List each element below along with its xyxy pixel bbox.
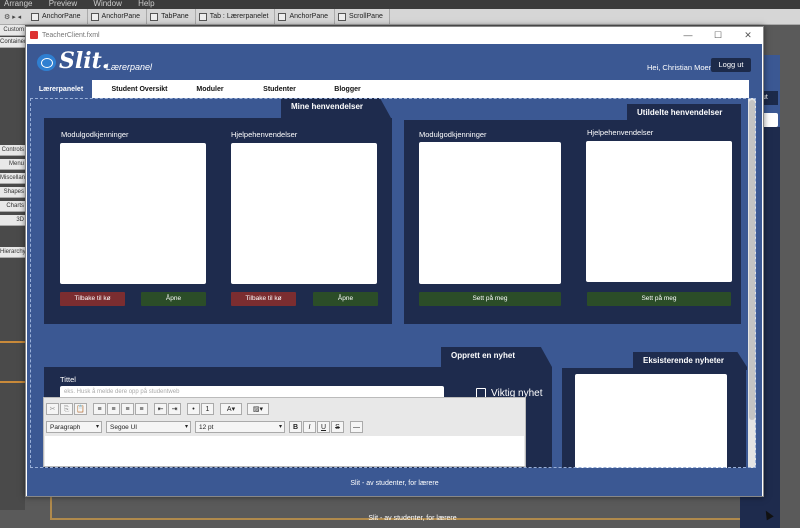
numbers-icon[interactable]: 1 — [201, 403, 214, 415]
anchorpane-icon — [90, 12, 99, 21]
mine-modul-apne-button[interactable]: Åpne — [141, 292, 206, 306]
app-logo: Slit. — [59, 48, 110, 74]
window-title: TeacherClient.fxml — [42, 31, 100, 39]
italic-icon[interactable]: I — [303, 421, 316, 433]
brain-logo-icon — [37, 54, 56, 71]
ide-hierarchy[interactable]: Hierarchy — [0, 247, 25, 258]
ide-settings-icon[interactable]: ⚙ ▸ ◂ — [0, 13, 28, 21]
mine-henvendelser-header: Mine henvendelser — [281, 98, 391, 118]
tab-moduler[interactable]: Moduler — [185, 80, 235, 98]
mine-hjelpehenvendelser-label: Hjelpehenvendelser — [231, 130, 298, 139]
copy-icon[interactable]: ⎘ — [60, 403, 73, 415]
utildelte-hjelpehenvendelser-list[interactable] — [586, 141, 732, 282]
text-color-icon[interactable]: A▾ — [220, 403, 242, 415]
align-right-icon[interactable]: ≡ — [121, 403, 134, 415]
background-footer: Slit - av studenter, for lærere — [368, 515, 457, 522]
scrollpane-icon — [338, 12, 346, 21]
ide-menu-preview[interactable]: Preview — [49, 0, 77, 8]
mine-hjelp-apne-button[interactable]: Åpne — [313, 292, 378, 306]
library-3d[interactable]: 3D — [0, 215, 25, 226]
library-charts[interactable]: Charts — [0, 201, 25, 212]
library-controls[interactable]: Controls — [0, 145, 25, 156]
editor-text-area[interactable] — [45, 436, 524, 466]
mine-hjelp-tilbake-button[interactable]: Tilbake til kø — [231, 292, 296, 306]
ide-breadcrumb: ⚙ ▸ ◂ AnchorPane AnchorPane TabPane Tab … — [0, 9, 800, 25]
anchorpane-icon — [31, 12, 39, 21]
logout-button[interactable]: Logg ut — [711, 58, 751, 72]
app-icon — [30, 31, 38, 39]
align-left-icon[interactable]: ≡ — [93, 403, 106, 415]
scrollbar-thumb[interactable] — [749, 100, 755, 420]
tittel-label: Tittel — [60, 375, 76, 384]
window-controls: — ☐ ✕ — [673, 27, 763, 43]
tab-blogger[interactable]: Blogger — [325, 80, 370, 98]
ide-menu-help[interactable]: Help — [138, 0, 154, 8]
editor-toolbar-top: ✂ ⎘ 📋 ≡ ≡ ≡ ≡ ⇤ ⇥ • 1 A▾ ▨▾ — [46, 401, 270, 417]
library-menu[interactable]: Menu — [0, 159, 25, 170]
app-footer: Slit - av studenter, for lærere — [350, 480, 439, 487]
strikethrough-icon[interactable]: S — [331, 421, 344, 433]
outdent-icon[interactable]: ⇤ — [154, 403, 167, 415]
ide-divider — [0, 381, 25, 383]
justify-icon[interactable]: ≡ — [135, 403, 148, 415]
tab-student-oversikt[interactable]: Student Oversikt — [102, 80, 177, 98]
mine-modul-tilbake-button[interactable]: Tilbake til kø — [60, 292, 125, 306]
app-root: Slit. Lærerpanel Hei, Christian Moen Log… — [27, 44, 762, 496]
library-custom[interactable]: Custom — [0, 25, 25, 36]
opprett-nyhet-header: Opprett en nyhet — [441, 347, 552, 367]
anchorpane-icon — [278, 12, 287, 21]
font-size-select[interactable]: 12 pt — [195, 421, 285, 433]
ide-menu-window[interactable]: Window — [93, 0, 121, 8]
utildelte-hjelpehenvendelser-label: Hjelpehenvendelser — [587, 128, 654, 137]
content-scrollbar[interactable] — [748, 98, 756, 468]
library-shapes[interactable]: Shapes — [0, 187, 25, 198]
mine-modulgodkjenninger-list[interactable] — [60, 143, 206, 284]
maximize-button[interactable]: ☐ — [703, 27, 733, 43]
background-color-icon[interactable]: ▨▾ — [247, 403, 269, 415]
breadcrumb-item[interactable]: ScrollPane — [335, 9, 390, 24]
tab-studenter[interactable]: Studenter — [252, 80, 307, 98]
mine-modulgodkjenninger-label: Modulgodkjenninger — [61, 130, 129, 139]
ide-menu-arrange[interactable]: Arrange — [4, 0, 32, 8]
breadcrumb-item[interactable]: AnchorPane — [88, 9, 148, 24]
close-button[interactable]: ✕ — [733, 27, 763, 43]
tabpane-icon — [150, 12, 159, 21]
utildelte-modul-sett-pa-meg-button[interactable]: Sett på meg — [419, 292, 561, 306]
tab-icon — [198, 12, 207, 21]
library-miscellaneous[interactable]: Miscellaneous — [0, 173, 25, 184]
ide-menubar: Arrange Preview Window Help — [0, 0, 800, 9]
align-center-icon[interactable]: ≡ — [107, 403, 120, 415]
bullets-icon[interactable]: • — [187, 403, 200, 415]
bold-icon[interactable]: B — [289, 421, 302, 433]
cut-icon[interactable]: ✂ — [46, 403, 59, 415]
indent-icon[interactable]: ⇥ — [168, 403, 181, 415]
app-subtitle: Lærerpanel — [106, 62, 153, 72]
eksisterende-nyheter-list[interactable] — [575, 374, 727, 468]
font-family-select[interactable]: Segoe UI — [106, 421, 191, 433]
html-editor: ✂ ⎘ 📋 ≡ ≡ ≡ ≡ ⇤ ⇥ • 1 A▾ ▨▾ Paragraph ▾ … — [43, 397, 526, 467]
utildelte-modulgodkjenninger-list[interactable] — [419, 142, 561, 284]
library-containers[interactable]: Containers — [0, 37, 25, 48]
teacher-client-window: TeacherClient.fxml — ☐ ✕ Slit. Lærerpane… — [25, 26, 764, 497]
breadcrumb-item[interactable]: TabPane — [147, 9, 196, 24]
paragraph-format-select[interactable]: Paragraph — [46, 421, 102, 433]
breadcrumb-item[interactable]: Tab : Lærerpanelet — [196, 9, 276, 24]
ide-divider — [0, 341, 25, 343]
paste-icon[interactable]: 📋 — [74, 403, 87, 415]
minimize-button[interactable]: — — [673, 27, 703, 43]
breadcrumb-item[interactable]: AnchorPane — [275, 9, 335, 24]
underline-icon[interactable]: U — [317, 421, 330, 433]
breadcrumb-item[interactable]: AnchorPane — [28, 9, 88, 24]
window-titlebar[interactable]: TeacherClient.fxml — [26, 27, 763, 43]
ide-library-panel: Custom Containers Controls Menu Miscella… — [0, 25, 25, 510]
mine-hjelpehenvendelser-list[interactable] — [231, 143, 377, 284]
editor-toolbar-bottom: Paragraph Segoe UI 12 pt B I U S — — [46, 419, 364, 435]
user-greeting: Hei, Christian Moen — [647, 63, 713, 72]
main-tabbar: Lærerpanelet Student Oversikt Moduler St… — [30, 80, 749, 98]
utildelte-hjelp-sett-pa-meg-button[interactable]: Sett på meg — [587, 292, 731, 306]
utildelte-modulgodkjenninger-label: Modulgodkjenninger — [419, 130, 487, 139]
tab-laererpanelet[interactable]: Lærerpanelet — [30, 80, 92, 98]
horizontal-rule-icon[interactable]: — — [350, 421, 363, 433]
